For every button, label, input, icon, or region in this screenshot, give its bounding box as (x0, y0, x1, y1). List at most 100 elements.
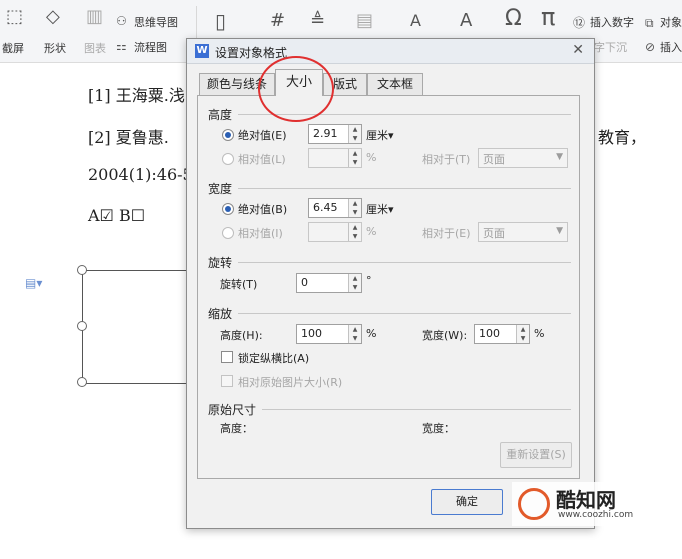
annotation-circle (258, 56, 334, 122)
resize-handle[interactable] (77, 265, 87, 275)
height-relative-to-select[interactable]: 页面 ▼ (478, 148, 568, 168)
width-absolute-label: 绝对值(B) (238, 203, 288, 216)
spin-arrows-icon[interactable]: ▲ ▼ (348, 149, 361, 167)
formula-icon[interactable]: π (541, 5, 555, 29)
section-divider (238, 262, 571, 263)
paragraph-layout-icon[interactable]: ▤▾ (25, 276, 42, 290)
spin-arrows-icon[interactable]: ▲ ▼ (348, 223, 361, 241)
symbol-icon[interactable]: Ω (505, 8, 522, 30)
wordart-icon[interactable]: A (460, 12, 472, 30)
width-relative-label: 相对值(I) (238, 227, 283, 240)
ok-button[interactable]: 确定 (431, 489, 503, 515)
doc-line-2: [2] 夏鲁惠. (88, 128, 169, 147)
scale-height-label: 高度(H): (220, 329, 263, 342)
scale-section-title: 缩放 (208, 307, 233, 321)
attach-icon[interactable]: ⊘ (645, 38, 655, 56)
doc-line-4: A☑ B☐ (88, 206, 146, 225)
rotate-value: 0 (301, 276, 308, 289)
width-section-title: 宽度 (208, 182, 233, 196)
mindmap-icon[interactable]: ⚇ (116, 12, 127, 30)
lock-ratio-label: 锁定纵横比(A) (238, 352, 310, 365)
lock-ratio-checkbox[interactable] (221, 351, 233, 363)
width-relative-radio[interactable] (222, 227, 234, 239)
scale-height-input[interactable]: 100 ▲ ▼ (296, 324, 362, 344)
selected-shape[interactable] (82, 270, 190, 384)
relative-original-checkbox[interactable] (221, 375, 233, 387)
height-relative-input[interactable]: ▲ ▼ (308, 148, 362, 168)
spin-arrows-icon[interactable]: ▲ ▼ (348, 125, 361, 143)
watermark-logo-icon (518, 488, 550, 520)
textbox-icon[interactable]: A (410, 12, 421, 30)
resize-handle[interactable] (77, 321, 87, 331)
screenshot-icon[interactable]: ⬚ (6, 8, 23, 26)
insert-number-icon[interactable]: ⑫ (573, 14, 585, 32)
rotate-input[interactable]: 0 ▲ ▼ (296, 273, 362, 293)
height-section-title: 高度 (208, 108, 233, 122)
object-icon[interactable]: ⧉ (645, 14, 654, 32)
section-divider (238, 188, 571, 189)
original-size-section-title: 原始尺寸 (208, 403, 257, 417)
watermark-url: www.coozhi.com (558, 510, 634, 520)
page-number-icon[interactable]: # (270, 12, 285, 30)
height-absolute-input[interactable]: 2.91 ▲ ▼ (308, 124, 362, 144)
spin-arrows-icon[interactable]: ▲ ▼ (516, 325, 529, 343)
flowchart-button[interactable]: 流程图 (134, 39, 167, 55)
scale-height-percent: % (366, 327, 377, 340)
screenshot-button[interactable]: 截屏 (2, 40, 24, 56)
width-absolute-input[interactable]: 6.45 ▲ ▼ (308, 198, 362, 218)
scale-width-value: 100 (479, 327, 500, 340)
doc-line-1: [1] 王海粟.浅 (88, 86, 185, 105)
width-unit-dropdown[interactable]: 厘米▾ (366, 201, 394, 217)
format-object-dialog: W 设置对象格式 ✕ 颜色与线条 大小 版式 文本框 高度 绝对值(E) 2.9… (186, 38, 595, 529)
width-relative-to-select[interactable]: 页面 ▼ (478, 222, 568, 242)
resize-handle[interactable] (77, 377, 87, 387)
comment-icon[interactable]: ▤ (356, 12, 373, 30)
scale-width-percent: % (534, 327, 545, 340)
chevron-down-icon: ▼ (556, 226, 563, 236)
dropcap-button[interactable]: 字下沉 (594, 39, 627, 55)
height-relative-radio[interactable] (222, 153, 234, 165)
scale-width-label: 宽度(W): (422, 329, 468, 342)
dialog-titlebar[interactable]: W 设置对象格式 ✕ (187, 39, 594, 64)
rotate-unit: ° (366, 274, 372, 287)
insert-number-button[interactable]: 插入数字 (590, 14, 634, 30)
relative-original-label: 相对原始图片大小(R) (238, 376, 343, 389)
size-tab-panel: 高度 绝对值(E) 2.91 ▲ ▼ 厘米▾ 相对值(L) ▲ ▼ % 相对于(T)… (197, 95, 580, 479)
chart-button[interactable]: 图表 (84, 40, 106, 56)
original-width-label: 宽度： (422, 422, 455, 435)
shapes-button[interactable]: 形状 (44, 40, 66, 56)
spin-arrows-icon[interactable]: ▲ ▼ (348, 325, 361, 343)
close-icon[interactable]: ✕ (572, 42, 584, 58)
reset-button[interactable]: 重新设置(S) (500, 442, 572, 468)
watermark-brand: 酷知网 (556, 488, 616, 512)
width-relative-input[interactable]: ▲ ▼ (308, 222, 362, 242)
dialog-title: 设置对象格式 (215, 46, 288, 60)
height-relative-percent: % (366, 151, 377, 164)
height-unit-dropdown[interactable]: 厘米▾ (366, 127, 394, 143)
spin-arrows-icon[interactable]: ▲ ▼ (348, 199, 361, 217)
flowchart-icon[interactable]: ⚏ (116, 37, 127, 55)
object-button[interactable]: 对象 (660, 14, 682, 30)
original-height-label: 高度： (220, 422, 253, 435)
spin-arrows-icon[interactable]: ▲ ▼ (348, 274, 361, 292)
watermark: 酷知网 www.coozhi.com (512, 482, 672, 526)
height-absolute-label: 绝对值(E) (238, 129, 287, 142)
tab-textbox[interactable]: 文本框 (367, 73, 423, 96)
page-icon[interactable]: ▯ (215, 11, 226, 31)
rotate-section-title: 旋转 (208, 256, 233, 270)
wps-app-icon: W (195, 44, 209, 58)
insert-button[interactable]: 插入 (660, 39, 682, 55)
watermark-icon[interactable]: ≜ (310, 12, 325, 30)
height-relative-to-label: 相对于(T) (422, 153, 471, 166)
section-divider (238, 313, 571, 314)
chart-icon[interactable]: ▥ (86, 8, 103, 26)
mindmap-button[interactable]: 思维导图 (134, 14, 178, 30)
width-absolute-radio[interactable] (222, 203, 234, 215)
width-relative-to-value: 页面 (483, 227, 505, 240)
width-absolute-value: 6.45 (313, 201, 338, 214)
height-absolute-radio[interactable] (222, 129, 234, 141)
height-absolute-value: 2.91 (313, 127, 338, 140)
shapes-icon[interactable]: ◇ (46, 8, 60, 26)
scale-width-input[interactable]: 100 ▲ ▼ (474, 324, 530, 344)
width-relative-percent: % (366, 225, 377, 238)
